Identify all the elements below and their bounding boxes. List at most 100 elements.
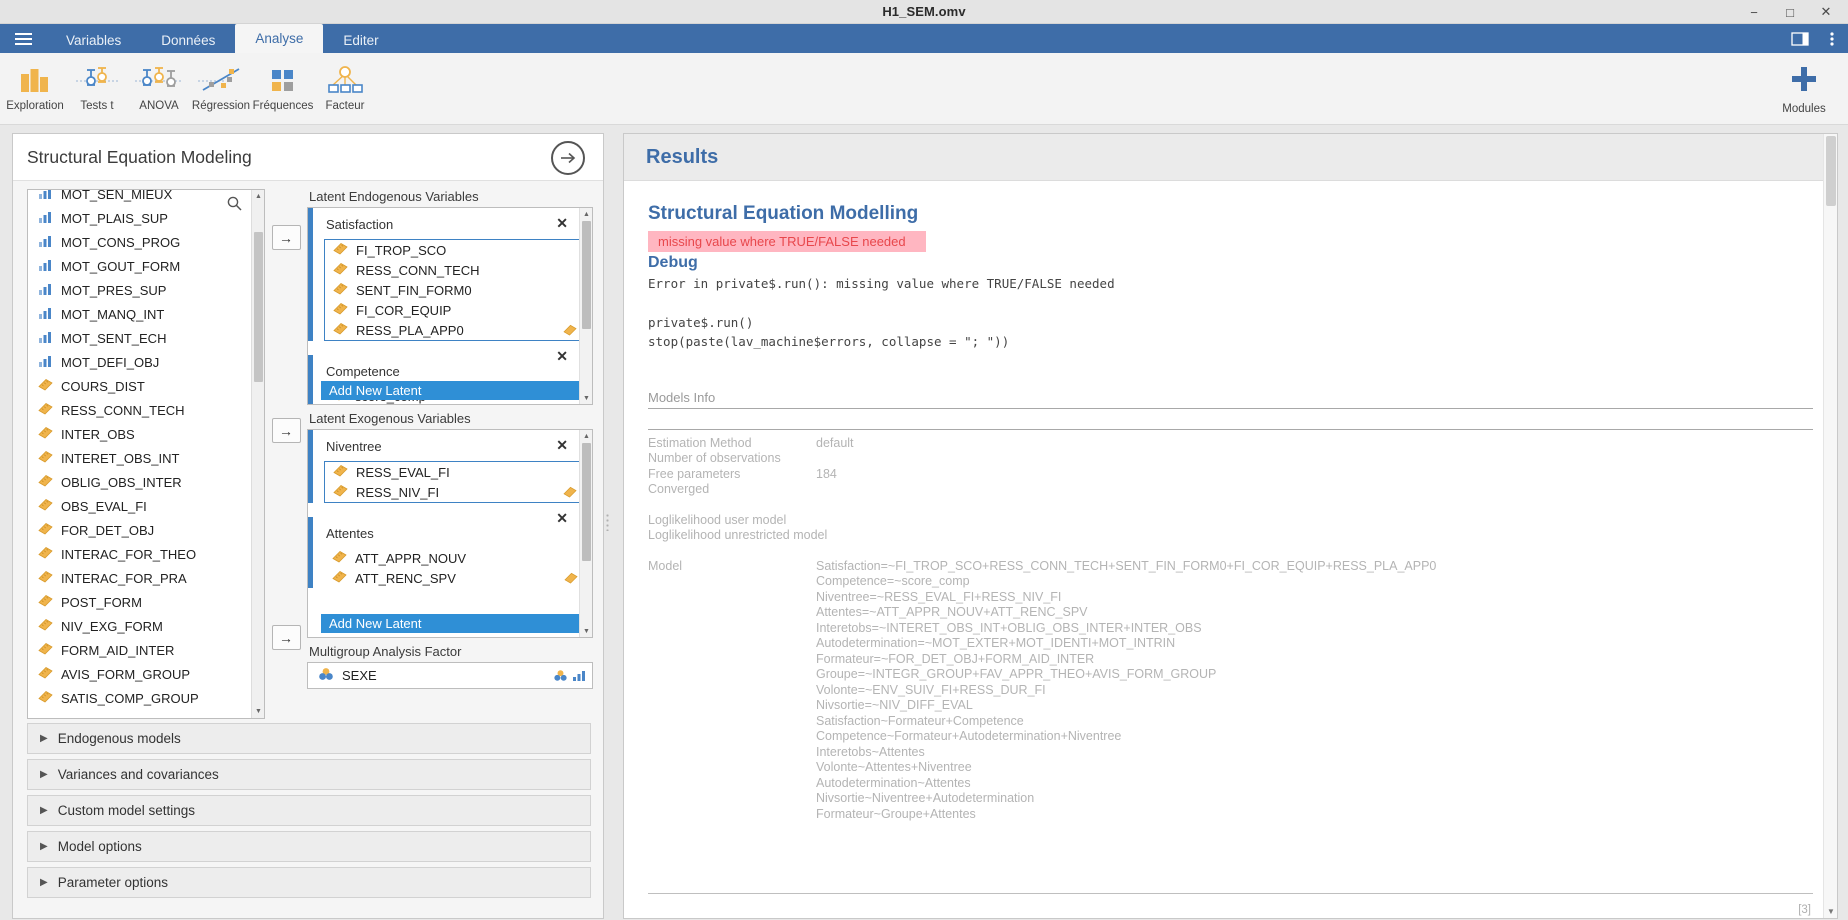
variable-list-item[interactable]: MOT_PRES_SUP xyxy=(28,278,254,302)
section-parameter-options[interactable]: ▶ Parameter options xyxy=(27,867,591,898)
section-model-options[interactable]: ▶ Model options xyxy=(27,831,591,862)
continuous-icon xyxy=(333,322,348,338)
variable-list-item[interactable]: SATIS_COMP_GROUP xyxy=(28,686,254,710)
section-endogenous-models[interactable]: ▶ Endogenous models xyxy=(27,723,591,754)
list-item[interactable]: RESS_EVAL_FI xyxy=(325,462,583,482)
scroll-up-icon[interactable]: ▲ xyxy=(252,190,264,203)
variable-list-item[interactable]: MOT_SEN_MIEUX xyxy=(28,190,254,206)
latent-indicators-attentes[interactable]: ATT_APPR_NOUV ATT_RENC_SPV xyxy=(324,548,584,588)
latent-group-satisfaction[interactable]: ✕ Satisfaction FI_TROP_SCO RESS_CONN_TEC… xyxy=(308,208,592,341)
variable-list-item[interactable]: POST_FORM xyxy=(28,590,254,614)
variable-list-item[interactable]: FOR_DET_OBJ xyxy=(28,518,254,542)
latent-indicators-niventree[interactable]: RESS_EVAL_FI RESS_NIV_FI xyxy=(324,461,584,503)
arrow-right-icon xyxy=(560,152,575,164)
variable-list-item[interactable]: MOT_GOUT_FORM xyxy=(28,254,254,278)
variable-list-item[interactable]: OBS_EVAL_FI xyxy=(28,494,254,518)
more-options-icon[interactable] xyxy=(1822,29,1842,49)
latent-name-attentes[interactable]: Attentes xyxy=(308,517,592,548)
analysis-ribbon: Exploration Tests t ANOVA Régression Fré… xyxy=(0,53,1848,125)
scroll-down-icon[interactable]: ▼ xyxy=(580,625,592,637)
ribbon-frequences[interactable]: Fréquences xyxy=(252,55,314,123)
list-item[interactable]: RESS_NIV_FI xyxy=(325,482,583,502)
ribbon-anova[interactable]: ANOVA xyxy=(128,55,190,123)
variable-list-item[interactable]: NIV_EXG_FORM xyxy=(28,614,254,638)
ribbon-regression[interactable]: Régression xyxy=(190,55,252,123)
remove-latent-niventree[interactable]: ✕ xyxy=(556,438,568,452)
list-item[interactable]: SENT_FIN_FORM0 xyxy=(325,280,583,300)
latent-name-niventree[interactable]: Niventree xyxy=(308,430,592,461)
variable-list-item-label: COURS_DIST xyxy=(61,378,145,394)
variable-list-item[interactable]: MOT_PLAIS_SUP xyxy=(28,206,254,230)
transfer-to-exogenous-button[interactable]: → xyxy=(271,418,301,443)
list-item[interactable]: FI_COR_EQUIP xyxy=(325,300,583,320)
variable-list-item[interactable]: MOT_SENT_ECH xyxy=(28,326,254,350)
maximize-button[interactable]: □ xyxy=(1772,0,1808,24)
close-button[interactable]: ✕ xyxy=(1808,0,1844,24)
list-item[interactable]: RESS_CONN_TECH xyxy=(325,260,583,280)
latent-group-attentes[interactable]: ✕ Attentes ATT_APPR_NOUV ATT_RENC_SPV xyxy=(308,511,592,588)
scroll-up-icon[interactable]: ▲ xyxy=(580,430,592,442)
variable-list-item[interactable]: MOT_DEFI_OBJ xyxy=(28,350,254,374)
variable-source-list[interactable]: MOT_SEN_MIEUX MOT_PLAIS_SUP MOT_CONS_PROG M… xyxy=(27,189,265,719)
variable-list-item[interactable]: AVIS_FORM_GROUP xyxy=(28,662,254,686)
ribbon-facteur[interactable]: Facteur xyxy=(314,55,376,123)
variable-list-item[interactable]: OBLIG_OBS_INTER xyxy=(28,470,254,494)
toggle-panels-icon[interactable] xyxy=(1790,29,1810,49)
ribbon-modules-button[interactable]: Modules xyxy=(1768,59,1840,121)
variable-list-item[interactable]: MOT_CONS_PROG xyxy=(28,230,254,254)
variable-list-item[interactable]: INTERAC_FOR_PRA xyxy=(28,566,254,590)
add-new-latent-endogenous-button[interactable]: Add New Latent xyxy=(321,381,579,400)
scroll-up-icon[interactable]: ▲ xyxy=(580,208,592,220)
hamburger-menu-icon[interactable] xyxy=(0,24,46,53)
remove-latent-satisfaction[interactable]: ✕ xyxy=(556,216,568,230)
nominal-icon xyxy=(38,283,53,298)
latent-exogenous-box[interactable]: ✕ Niventree RESS_EVAL_FI RESS_NIV_FI ✕ A… xyxy=(307,429,593,638)
variable-list-item[interactable]: INTER_OBS xyxy=(28,422,254,446)
minimize-button[interactable]: − xyxy=(1736,0,1772,24)
section-custom-model-settings[interactable]: ▶ Custom model settings xyxy=(27,795,591,826)
multigroup-factor-box[interactable]: SEXE xyxy=(307,662,593,689)
transfer-to-endogenous-button[interactable]: → xyxy=(271,225,301,250)
ribbon-tests-t[interactable]: Tests t xyxy=(66,55,128,123)
endogenous-box-scrollbar[interactable]: ▲ ▼ xyxy=(579,208,592,404)
section-variances-covariances[interactable]: ▶ Variances and covariances xyxy=(27,759,591,790)
tab-donnees[interactable]: Données xyxy=(141,28,235,53)
scroll-thumb[interactable] xyxy=(254,232,263,382)
list-item[interactable]: FI_TROP_SCO xyxy=(325,240,583,260)
list-item[interactable]: ATT_RENC_SPV xyxy=(324,568,584,588)
tab-editer[interactable]: Editer xyxy=(323,28,398,53)
latent-endogenous-box[interactable]: ✕ Satisfaction FI_TROP_SCO RESS_CONN_TEC… xyxy=(307,207,593,405)
latent-name-satisfaction[interactable]: Satisfaction xyxy=(308,208,592,239)
results-body[interactable]: Structural Equation Modelling missing va… xyxy=(624,181,1837,918)
list-item[interactable]: ATT_APPR_NOUV xyxy=(324,548,584,568)
remove-latent-attentes[interactable]: ✕ xyxy=(556,511,568,525)
latent-indicators-satisfaction[interactable]: FI_TROP_SCO RESS_CONN_TECH SENT_FIN_FORM… xyxy=(324,239,584,341)
panel-splitter[interactable] xyxy=(604,125,611,919)
scroll-down-icon[interactable]: ▼ xyxy=(252,705,264,718)
variable-list-item[interactable]: MOT_MANQ_INT xyxy=(28,302,254,326)
ribbon-exploration[interactable]: Exploration xyxy=(4,55,66,123)
scroll-down-icon[interactable]: ▼ xyxy=(580,392,592,404)
variable-list-item[interactable]: INTERAC_FOR_THEO xyxy=(28,542,254,566)
exogenous-box-scrollbar[interactable]: ▲ ▼ xyxy=(579,430,592,637)
scroll-thumb[interactable] xyxy=(1826,136,1836,206)
search-icon[interactable] xyxy=(227,196,242,214)
tab-variables[interactable]: Variables xyxy=(46,28,141,53)
variable-list-scrollbar[interactable]: ▲ ▼ xyxy=(251,190,264,718)
add-new-latent-exogenous-button[interactable]: Add New Latent xyxy=(321,614,579,633)
results-scrollbar[interactable]: ▲ ▼ xyxy=(1823,134,1837,918)
latent-group-niventree[interactable]: ✕ Niventree RESS_EVAL_FI RESS_NIV_FI xyxy=(308,430,592,503)
remove-latent-competence[interactable]: ✕ xyxy=(556,349,568,363)
variable-list-item[interactable]: COURS_DIST xyxy=(28,374,254,398)
continuous-icon xyxy=(332,550,347,566)
variable-list-item[interactable]: RESS_CONN_TECH xyxy=(28,398,254,422)
scroll-thumb[interactable] xyxy=(582,443,591,561)
variable-list-item[interactable]: FORM_AID_INTER xyxy=(28,638,254,662)
variable-list-item[interactable]: INTERET_OBS_INT xyxy=(28,446,254,470)
transfer-to-multigroup-button[interactable]: → xyxy=(271,625,301,650)
list-item[interactable]: RESS_PLA_APP0 xyxy=(325,320,583,340)
scroll-down-icon[interactable]: ▼ xyxy=(1824,905,1837,918)
scroll-thumb[interactable] xyxy=(582,221,591,329)
tab-analyse[interactable]: Analyse xyxy=(235,24,324,53)
hide-options-button[interactable] xyxy=(551,141,585,175)
